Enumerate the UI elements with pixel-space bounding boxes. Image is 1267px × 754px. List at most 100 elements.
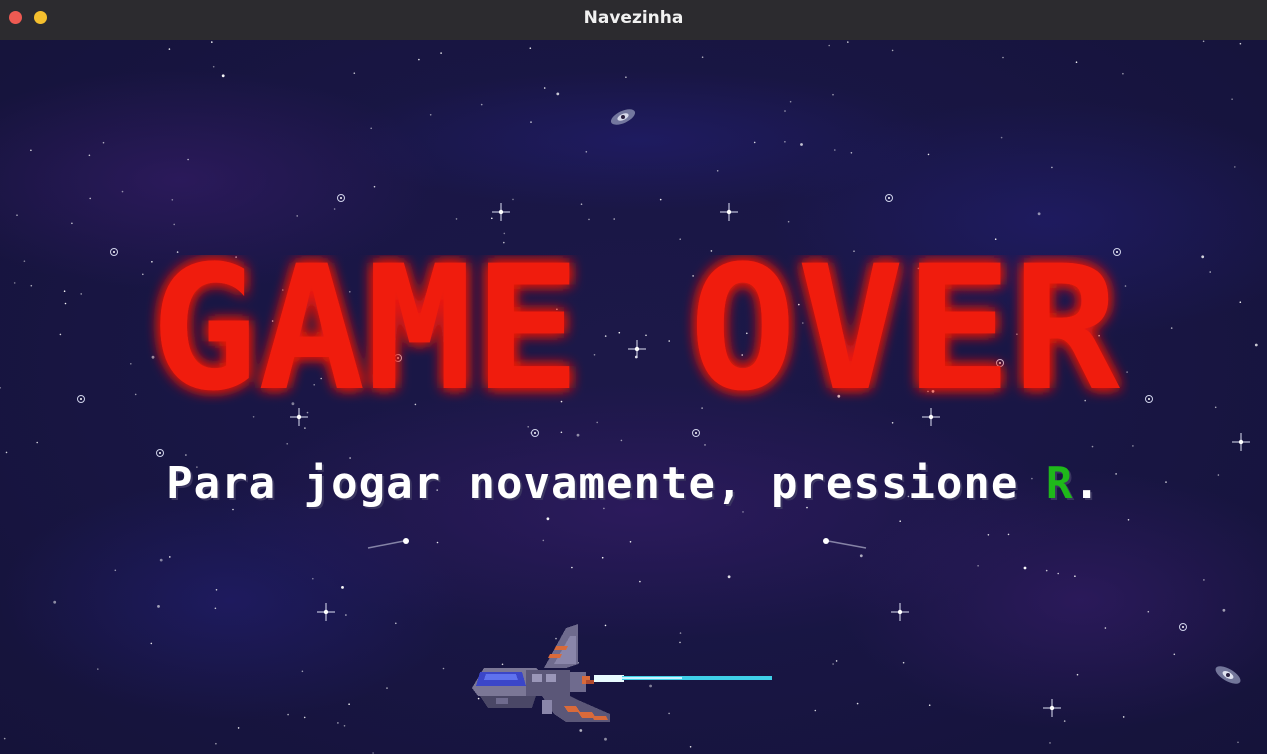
star [928, 704, 931, 706]
star [604, 737, 607, 741]
star [639, 580, 641, 583]
star [159, 558, 163, 562]
restart-key: R [1045, 458, 1074, 509]
star [1074, 575, 1076, 577]
star [560, 431, 563, 434]
star [784, 110, 786, 112]
star [1231, 98, 1233, 100]
star [237, 727, 240, 729]
star [620, 439, 623, 442]
star [546, 517, 550, 521]
star [891, 422, 894, 424]
star [150, 642, 153, 645]
star [341, 586, 344, 589]
star [53, 600, 57, 604]
star [337, 722, 339, 724]
star [789, 100, 792, 103]
star [1045, 569, 1048, 572]
game-over-title: GAME OVER [150, 255, 1120, 405]
star [102, 141, 105, 144]
star [169, 556, 171, 558]
star [1237, 741, 1239, 744]
star [543, 87, 546, 89]
star [832, 93, 834, 96]
star [301, 670, 304, 673]
star [88, 154, 91, 157]
star [902, 661, 905, 664]
laser-beam [594, 675, 772, 682]
star [97, 668, 99, 670]
star [1214, 406, 1217, 409]
star [304, 427, 306, 429]
star [429, 114, 432, 116]
star [1234, 166, 1236, 168]
restart-text: Para jogar novamente, pressione [166, 458, 1046, 509]
star [716, 170, 719, 172]
star [23, 260, 26, 262]
star [303, 716, 306, 719]
star [134, 393, 137, 396]
ring-star-core [1148, 398, 1150, 400]
star [503, 241, 505, 244]
star [214, 607, 217, 610]
star [343, 725, 346, 727]
star [856, 702, 859, 705]
star [710, 250, 713, 252]
star [185, 454, 187, 456]
ring-star-core [1116, 251, 1118, 253]
star [168, 48, 171, 50]
star [753, 141, 756, 144]
star [3, 737, 6, 740]
star [215, 742, 217, 745]
star [59, 333, 62, 336]
sparkle-star [290, 408, 308, 426]
star [30, 284, 33, 287]
star [1000, 136, 1003, 139]
star [1091, 445, 1094, 448]
star [296, 215, 299, 217]
star [927, 153, 930, 156]
star [899, 520, 901, 522]
sparkle-star [720, 203, 738, 221]
restart-period: . [1073, 458, 1101, 509]
game-canvas[interactable]: GAME OVER Para jogar novamente, pression… [0, 40, 1267, 754]
ring-star-core [695, 432, 697, 434]
star [625, 76, 627, 78]
star [784, 141, 786, 143]
star [212, 65, 215, 68]
star [36, 441, 38, 444]
galaxy-icon [1215, 666, 1241, 684]
star [1037, 212, 1041, 216]
star [16, 214, 18, 216]
star [727, 575, 731, 579]
star [348, 703, 350, 705]
star [491, 217, 493, 220]
star [1007, 533, 1010, 536]
star [701, 407, 703, 409]
star [63, 290, 66, 292]
star [704, 444, 706, 446]
star [832, 663, 834, 665]
star [1075, 61, 1078, 63]
star [373, 185, 376, 188]
restart-instruction: Para jogar novamente, pressione R. [0, 458, 1267, 509]
star [1132, 445, 1134, 447]
star [588, 218, 590, 221]
star [5, 451, 8, 454]
star [585, 151, 588, 153]
ring-star-core [159, 452, 161, 454]
star [679, 641, 681, 644]
star [1127, 519, 1130, 521]
star [306, 411, 309, 414]
star [171, 199, 174, 201]
star [1122, 716, 1125, 718]
star [542, 539, 545, 542]
star [529, 47, 532, 49]
star [679, 632, 682, 634]
sparkle-star [1043, 699, 1061, 717]
star [1222, 608, 1226, 612]
star [1239, 42, 1242, 45]
ring-star-core [80, 398, 82, 400]
star [395, 622, 397, 625]
window-title: Navezinha [583, 8, 684, 28]
